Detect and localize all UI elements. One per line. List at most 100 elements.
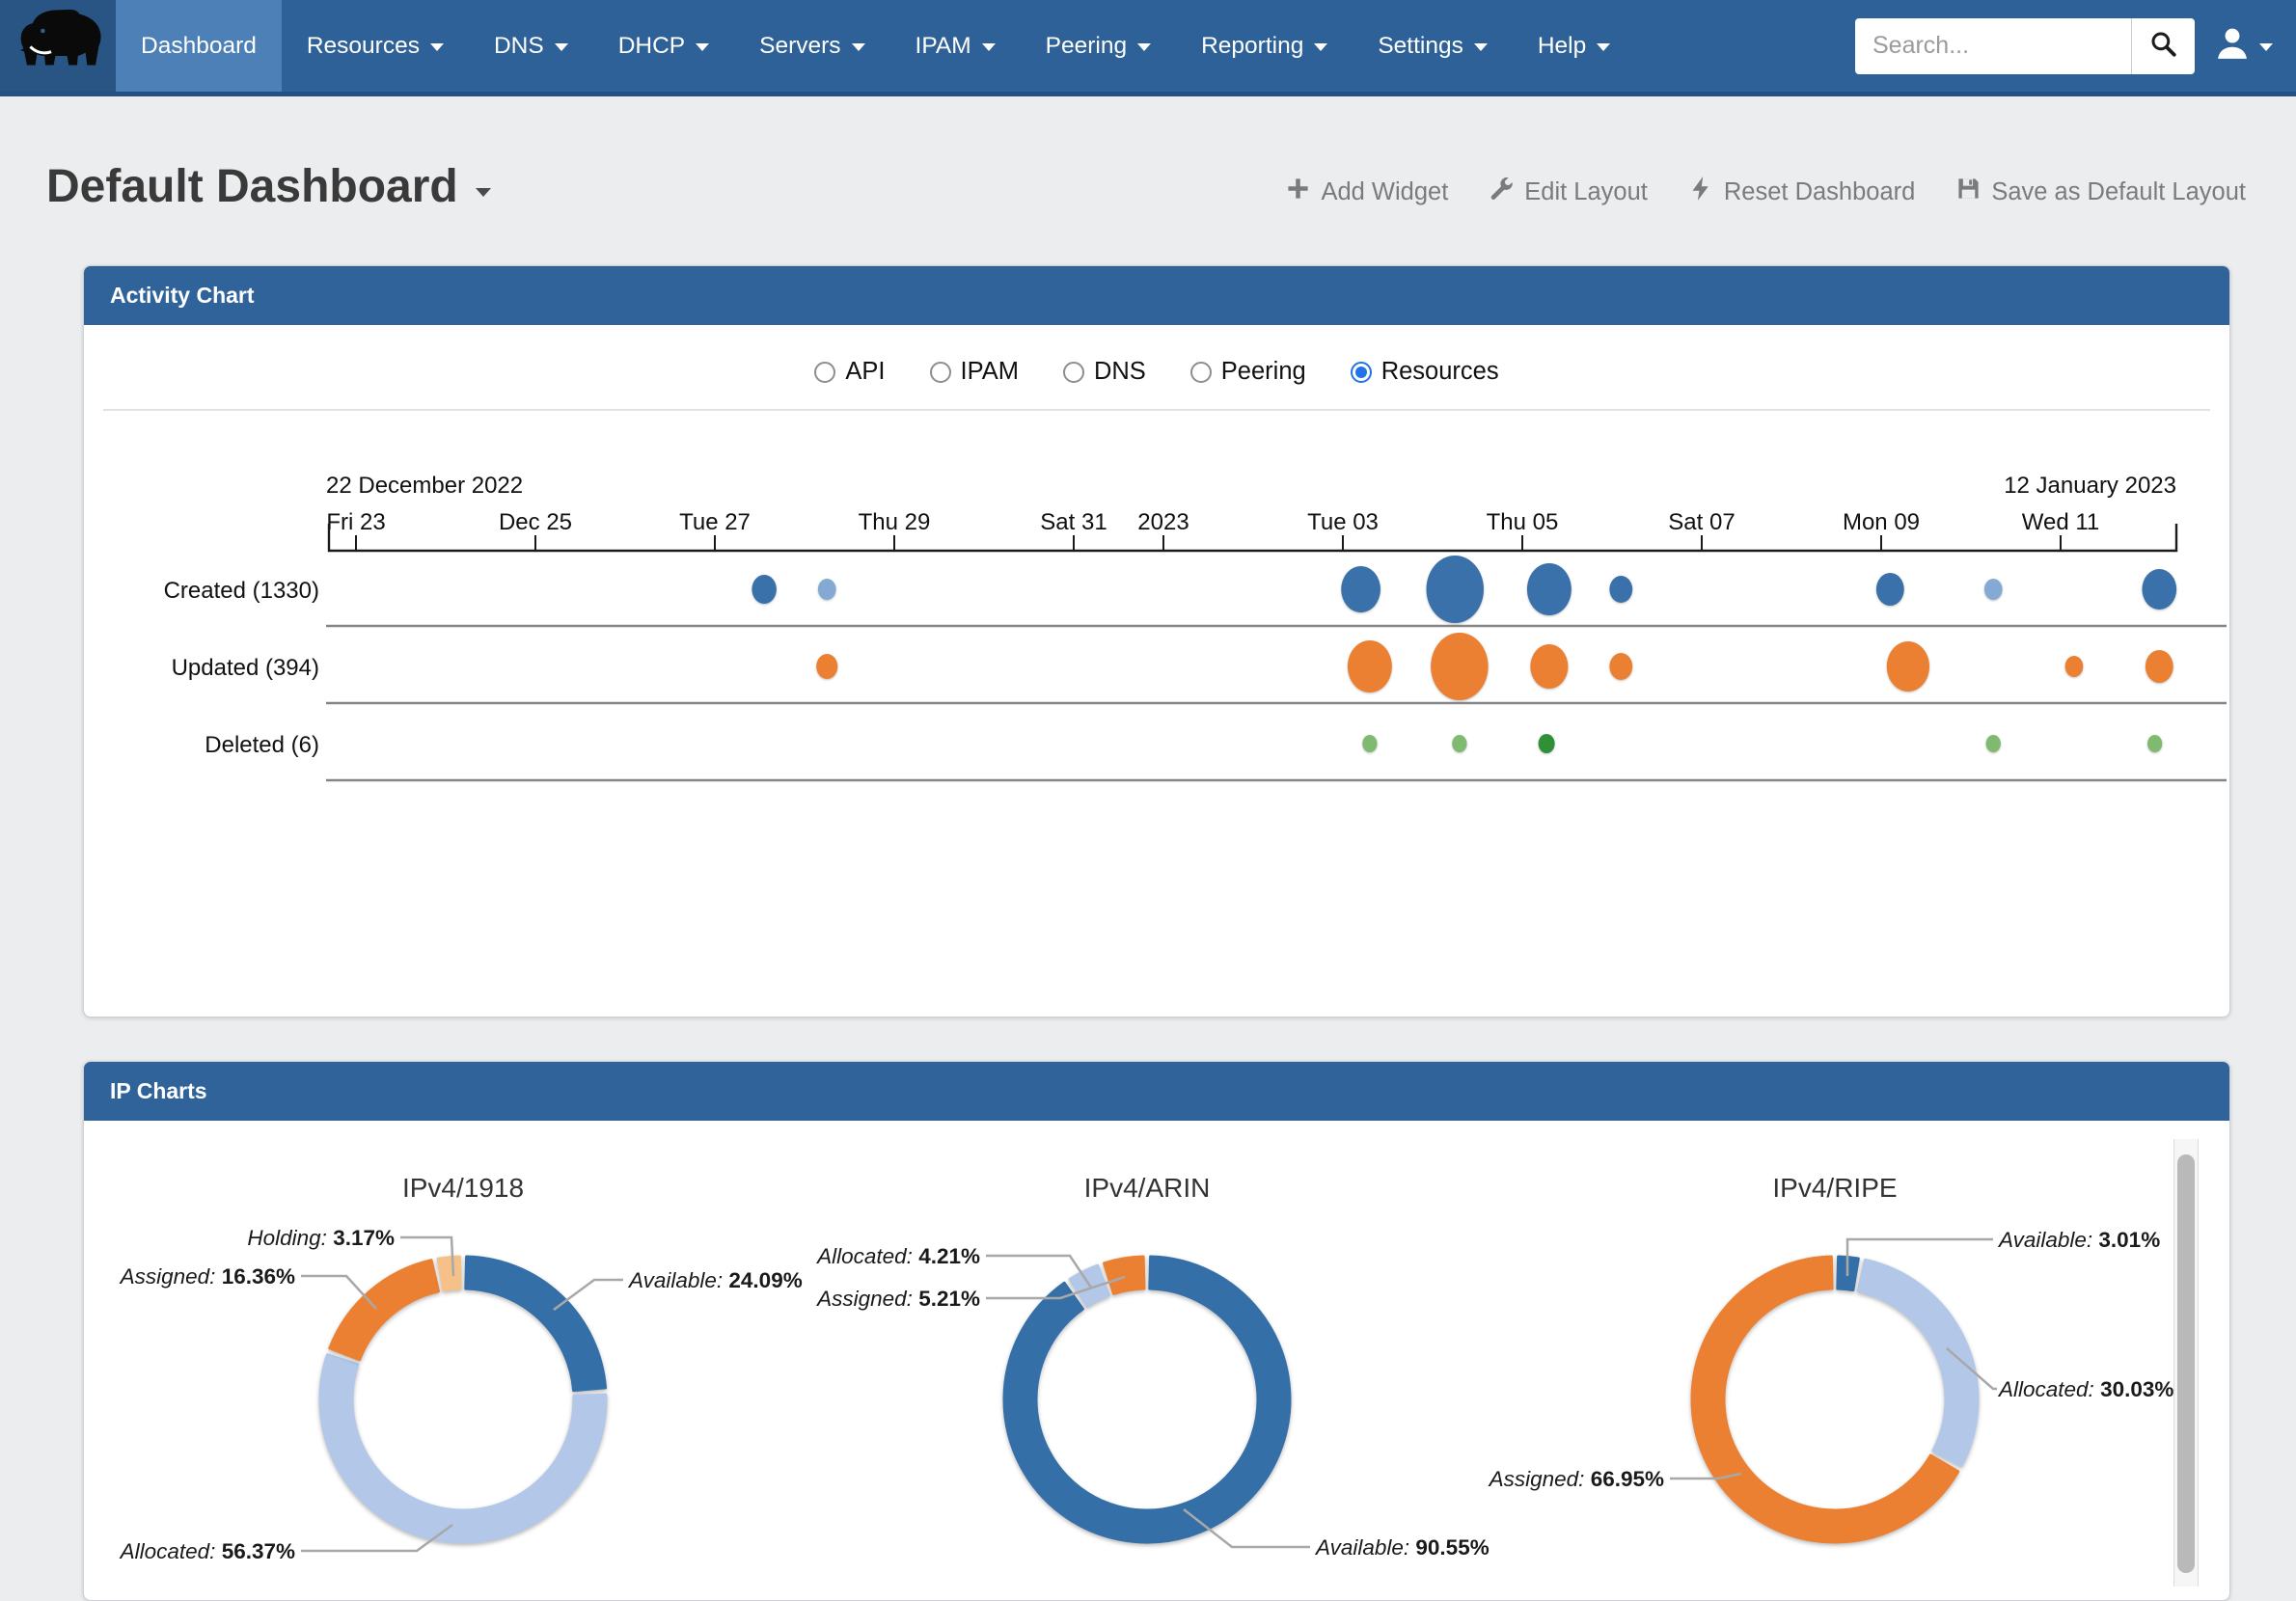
donut-callout-allocated: Allocated: 30.03% (1997, 1377, 2173, 1401)
ip-panel-scrollbar-track[interactable] (2173, 1139, 2199, 1587)
nav-item-label: IPAM (916, 33, 971, 60)
ip-panel-scrollbar-thumb[interactable] (2177, 1154, 2195, 1573)
navbar-search (1855, 0, 2195, 92)
axis-tick-label: Dec 25 (499, 509, 572, 535)
reset-dashboard-button[interactable]: Reset Dashboard (1688, 176, 1915, 208)
row-label: Created (1330) (164, 578, 319, 604)
nav-item-peering[interactable]: Peering (1021, 0, 1176, 92)
user-icon (2214, 25, 2251, 67)
donut-callout-available: Available: 3.01% (1997, 1228, 2160, 1252)
activity-bubble (1609, 576, 1632, 603)
activity-bubble (1876, 573, 1904, 606)
donut-callout-available: Available: 90.55% (1314, 1535, 1490, 1560)
chevron-down-icon (696, 43, 709, 51)
search-input[interactable] (1855, 18, 2131, 74)
filter-radio-api[interactable]: API (814, 358, 885, 386)
dashboard-actions: Add Widget Edit Layout Reset Dashboard Save… (1285, 176, 2246, 208)
action-label: Add Widget (1321, 178, 1448, 206)
page-title-caret-icon (476, 188, 491, 197)
add-widget-button[interactable]: Add Widget (1285, 176, 1448, 208)
wrench-icon (1489, 176, 1515, 208)
nav-item-label: Peering (1046, 33, 1127, 60)
nav-item-help[interactable]: Help (1513, 0, 1635, 92)
activity-bubble (1362, 735, 1377, 752)
nav-item-dashboard[interactable]: Dashboard (116, 0, 282, 92)
page-title-text: Default Dashboard (46, 160, 458, 213)
main-menu: Dashboard Resources DNS DHCP Servers IPAM Peer… (116, 0, 1635, 92)
app-logo[interactable] (0, 0, 116, 92)
chevron-down-icon (1474, 43, 1488, 51)
filter-label: API (845, 358, 885, 386)
radio-icon (1190, 362, 1212, 383)
donut-callout-allocated: Allocated: 56.37% (119, 1539, 295, 1563)
activity-bubble (1348, 640, 1392, 692)
activity-bubble (1887, 641, 1929, 692)
search-icon (2149, 30, 2178, 62)
nav-item-label: Help (1538, 33, 1586, 60)
filter-radio-ipam[interactable]: IPAM (930, 358, 1019, 386)
donut-segment-holding (438, 1257, 460, 1290)
chevron-down-icon (555, 43, 568, 51)
nav-item-label: DHCP (618, 33, 685, 60)
filter-radio-dns[interactable]: DNS (1063, 358, 1146, 386)
filter-label: Peering (1221, 358, 1306, 386)
nav-item-label: Resources (307, 33, 420, 60)
save-as-default-layout-button[interactable]: Save as Default Layout (1955, 176, 2246, 208)
nav-item-label: Dashboard (141, 33, 257, 60)
activity-bubble (2146, 650, 2173, 683)
filter-label: DNS (1094, 358, 1146, 386)
nav-item-label: Reporting (1201, 33, 1303, 60)
ip-panel-header: IP Charts (84, 1062, 2229, 1121)
activity-bubble (818, 579, 836, 600)
save-icon (1955, 176, 1982, 208)
donut-segment-allocated (1858, 1260, 1978, 1465)
nav-item-dns[interactable]: DNS (469, 0, 593, 92)
filter-label: Resources (1381, 358, 1499, 386)
activity-bubble (816, 654, 837, 679)
donut-callout-assigned: Assigned: 16.36% (119, 1264, 295, 1289)
donut-segment-available (466, 1257, 606, 1391)
nav-item-settings[interactable]: Settings (1353, 0, 1513, 92)
activity-panel-title: Activity Chart (110, 283, 255, 309)
donut-title: IPv4/ARIN (1084, 1173, 1211, 1203)
nav-item-reporting[interactable]: Reporting (1176, 0, 1353, 92)
chevron-down-icon (1314, 43, 1327, 51)
search-button[interactable] (2131, 18, 2195, 74)
chevron-down-icon (982, 43, 996, 51)
ip-charts-panel: IP Charts IPv4/1918 Available: 24.09% Allo… (83, 1061, 2230, 1601)
axis-tick-label: Tue 27 (679, 509, 751, 535)
donut-segment-assigned (1105, 1257, 1144, 1293)
donut-title: IPv4/1918 (402, 1173, 524, 1203)
filter-radio-resources[interactable]: Resources (1351, 358, 1499, 386)
edit-layout-button[interactable]: Edit Layout (1489, 176, 1648, 208)
row-label: Deleted (6) (205, 732, 319, 758)
donut-callout-available: Available: 24.09% (627, 1268, 803, 1292)
activity-bubble (1341, 566, 1380, 612)
axis-tick-label: Sat 07 (1668, 509, 1735, 535)
user-caret-icon (2259, 43, 2273, 51)
filter-radio-peering[interactable]: Peering (1190, 358, 1306, 386)
chevron-down-icon (1597, 43, 1610, 51)
nav-item-servers[interactable]: Servers (734, 0, 889, 92)
axis-tick-label: Wed 11 (2022, 509, 2100, 535)
nav-item-dhcp[interactable]: DHCP (593, 0, 734, 92)
activity-panel-header: Activity Chart (84, 266, 2229, 325)
nav-item-label: Servers (759, 33, 840, 60)
activity-bubble-timeline: 22 December 202212 January 2023Fri 23Dec… (84, 454, 2231, 821)
donut-segment-allocated (320, 1355, 606, 1542)
donut-segment-available (1004, 1257, 1290, 1542)
donut-title: IPv4/RIPE (1772, 1173, 1897, 1203)
filters-separator (103, 409, 2210, 411)
nav-item-ipam[interactable]: IPAM (890, 0, 1021, 92)
axis-tick-label: Sat 31 (1040, 509, 1107, 535)
radio-icon (814, 362, 835, 383)
nav-item-resources[interactable]: Resources (282, 0, 469, 92)
top-navbar: Dashboard Resources DNS DHCP Servers IPAM Peer… (0, 0, 2296, 96)
activity-bubble (1984, 579, 2003, 600)
radio-icon (1063, 362, 1084, 383)
page-title[interactable]: Default Dashboard (46, 160, 491, 213)
user-menu[interactable] (2214, 0, 2273, 92)
activity-bubble (1527, 563, 1572, 615)
activity-bubble (1986, 735, 2001, 752)
axis-context-start: 22 December 2022 (326, 473, 523, 499)
